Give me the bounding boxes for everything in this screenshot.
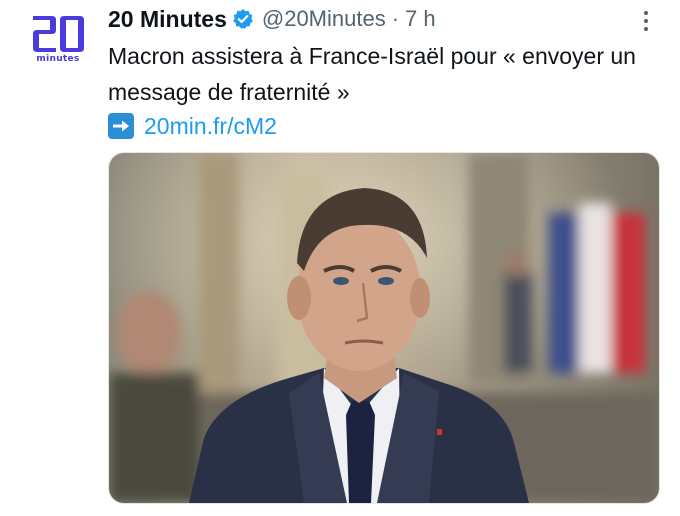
right-arrow-emoji-icon — [108, 113, 134, 139]
news-photo — [109, 153, 659, 503]
tweet[interactable]: minutes 20 Minutes @20Minutes · 7 h Macr… — [0, 0, 680, 516]
verified-badge-icon[interactable] — [232, 8, 254, 30]
account-name[interactable]: 20 Minutes — [108, 6, 227, 33]
tweet-link[interactable]: 20min.fr/cM2 — [144, 113, 277, 140]
tweet-photo[interactable] — [108, 152, 660, 504]
account-handle[interactable]: @20Minutes — [262, 6, 386, 32]
twenty-minutes-logo-icon — [33, 16, 84, 52]
avatar-logo-text: minutes — [36, 54, 80, 64]
more-options-icon[interactable] — [634, 8, 658, 34]
tweet-timestamp[interactable]: 7 h — [405, 6, 436, 32]
avatar[interactable]: minutes — [22, 10, 94, 72]
tweet-link-line: 20min.fr/cM2 — [108, 110, 277, 142]
tweet-text: Macron assistera à France-Israël pour « … — [108, 43, 636, 105]
separator-dot: · — [391, 6, 400, 31]
tweet-header: 20 Minutes @20Minutes · 7 h — [108, 3, 436, 35]
